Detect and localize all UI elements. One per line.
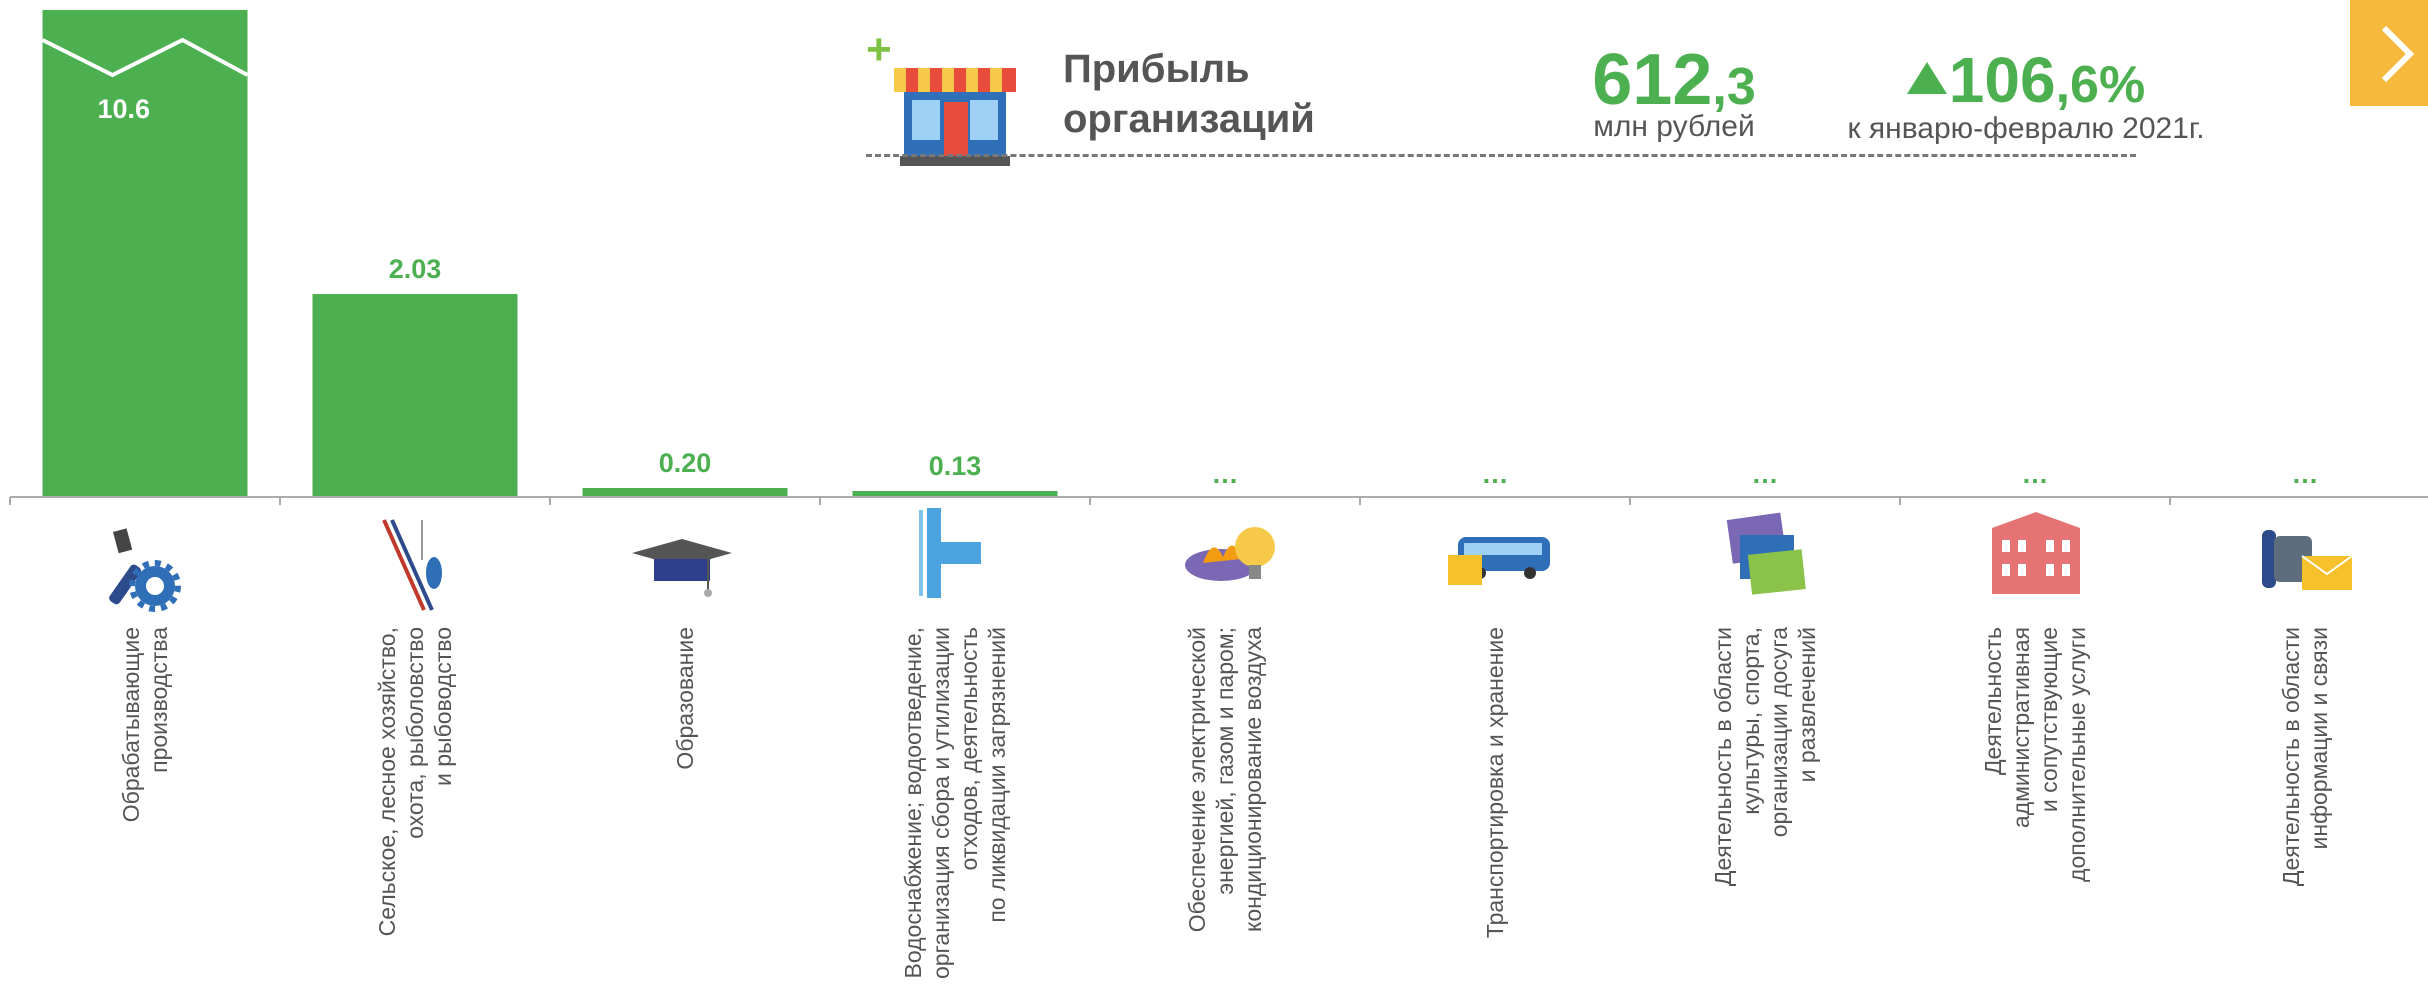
plus-icon: + [866,25,892,74]
data-label: … [1482,459,1509,489]
category-label: Деятельность административная и сопутствую… [1980,627,2090,882]
category-label-line: организация сбора и утилизации [928,627,954,979]
category-label-line: Деятельность в области [1710,627,1736,886]
data-label: … [2022,459,2049,489]
bar [312,294,518,497]
bus-icon [1448,537,1550,585]
chevron-right-icon [2381,25,2415,83]
tools-icon [109,528,181,612]
gas-bulb-icon [1185,527,1275,581]
growth-value-dec: ,6% [2055,56,2146,114]
category-label-line: информации и связи [2306,627,2332,849]
profit-value-dec: ,3 [1712,58,1756,116]
category-label-line: по ликвидации загрязнений [984,627,1010,923]
data-label: … [1212,459,1239,489]
store-icon [894,68,1016,166]
theater-tickets-icon [1726,512,1806,595]
divider [866,154,2136,157]
phone-mail-icon [2262,530,2353,590]
category-label-line: культуры, спорта, [1738,627,1764,815]
bar [582,488,788,497]
data-label: 10.6 [98,94,151,124]
data-label: … [2292,459,2319,489]
category-label-line: кондиционирование воздуха [1240,627,1266,932]
title-line-1: Прибыль [1063,47,1250,91]
data-label: 0.20 [659,448,712,478]
category-label-line: Водоснабжение; водоотведение, [900,627,926,979]
category-label: Деятельность в области информации и связи [2278,627,2332,886]
category-labels: Обрабатывающие производства Сельское, лесн… [9,497,2332,979]
profit-summary: + Прибыль организаций 612,3 млн рублей 1… [866,25,2205,166]
category-label-line: и рыбоводство [430,627,456,786]
growth-value-int: 106 [1948,44,2056,116]
category-label-line: и сопутствующие [2036,627,2062,812]
category-label-line: Обеспечение электрической [1184,627,1210,932]
arrow-up-icon [1906,62,1947,94]
category-label-line: энергией, газом и паром; [1212,627,1238,895]
category-label-line: Обрабатывающие [118,627,144,822]
bar [42,10,248,497]
category-label-line: Деятельность в области [2278,627,2304,886]
category-label-line: отходов, деятельность [956,627,982,870]
category-label: Сельское, лесное хозяйство, охота, рыболо… [374,627,456,936]
next-button[interactable] [2350,0,2428,106]
data-label: … [1752,459,1779,489]
category-label: Деятельность в области культуры, спорта, о… [1710,627,1820,886]
page-title: Прибыль организаций [1063,44,1315,144]
graduation-cap-icon [632,539,732,597]
category-label-line: Деятельность [1980,627,2006,775]
category-label: Обеспечение электрической энергией, газом… [1184,627,1266,932]
category-label: Транспортировка и хранение [1482,627,1508,938]
title-line-2: организаций [1063,97,1315,141]
category-label-line: производства [146,627,172,773]
growth-comparison: к январю-февралю 2021г. [1847,112,2205,145]
category-label-line: охота, рыболовство [402,627,428,839]
category-label-line: организации досуга [1766,627,1792,837]
fishing-rod-icon [382,519,442,611]
category-label: Водоснабжение; водоотведение, организация… [900,627,1010,979]
category-label-line: дополнительные услуги [2064,627,2090,882]
category-label: Обрабатывающие производства [118,627,172,822]
category-label-line: Сельское, лесное хозяйство, [374,627,400,936]
data-label: 0.13 [929,451,982,481]
water-pipe-icon [919,508,981,598]
category-icons [109,508,2353,612]
category-label-line: Образование [672,627,698,770]
category-label-line: и развлечений [1794,627,1820,782]
profit-value-int: 612 [1592,40,1713,120]
category-label-line: административная [2008,627,2034,828]
data-label: 2.03 [389,254,442,284]
building-icon [1992,512,2080,594]
category-label-line: Транспортировка и хранение [1482,627,1508,938]
category-label: Образование [672,627,698,770]
profit-unit: млн рублей [1593,110,1755,143]
